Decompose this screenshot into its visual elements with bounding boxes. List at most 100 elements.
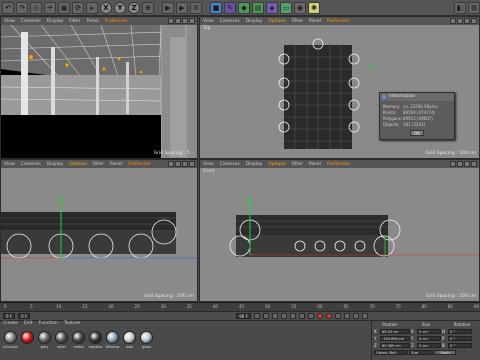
maximize-icon[interactable]: [189, 18, 195, 24]
material-swatch[interactable]: metal: [71, 331, 86, 349]
redo-button[interactable]: ↷: [16, 1, 28, 14]
menu-view[interactable]: View: [203, 19, 214, 24]
menu-cameras[interactable]: Cameras: [220, 162, 240, 167]
menu-texture[interactable]: Texture: [64, 321, 80, 328]
floor-button[interactable]: ▭: [280, 1, 292, 14]
menu-filter[interactable]: Filter: [292, 162, 303, 167]
material-swatch[interactable]: Window: [105, 331, 120, 349]
menu-prorender[interactable]: ProRender: [128, 162, 151, 167]
menu-prorender[interactable]: ProRender: [327, 19, 350, 24]
position-y-field[interactable]: -162.696 cm: [380, 336, 410, 341]
menu-view[interactable]: View: [4, 19, 15, 24]
maximize-icon[interactable]: [189, 161, 195, 167]
object-mode-select[interactable]: Object (Rel): [374, 350, 408, 355]
material-swatch[interactable]: [20, 331, 35, 345]
menu-filter[interactable]: Filter: [292, 19, 303, 24]
pan-icon[interactable]: [168, 161, 174, 167]
next-key-icon[interactable]: [298, 313, 305, 319]
menu-display[interactable]: Display: [246, 19, 263, 24]
menu-panel[interactable]: Panel: [110, 162, 122, 167]
previous-key-icon[interactable]: [262, 313, 269, 319]
material-swatch[interactable]: glass: [139, 331, 154, 349]
menu-edit[interactable]: Edit: [24, 321, 33, 328]
deformer-button[interactable]: ◈: [266, 1, 278, 14]
menu-display[interactable]: Display: [47, 19, 64, 24]
pen-button[interactable]: ✎: [224, 1, 236, 14]
y-axis-button[interactable]: Y: [114, 1, 126, 14]
information-dialog-title[interactable]: Information: [380, 93, 454, 101]
rotation-h-field[interactable]: 0 °: [448, 329, 472, 334]
material-swatch[interactable]: grey: [37, 331, 52, 349]
orbit-icon[interactable]: [464, 161, 470, 167]
camera-button[interactable]: ◉: [294, 1, 306, 14]
rotation-p-field[interactable]: 0 °: [448, 336, 472, 341]
material-swatch[interactable]: handles: [88, 331, 103, 349]
go-to-end-icon[interactable]: [307, 313, 314, 319]
menu-panel[interactable]: Panel: [86, 19, 98, 24]
recent-tool-button[interactable]: ▸: [86, 1, 98, 14]
light-button[interactable]: ✺: [308, 1, 320, 14]
zoom-icon[interactable]: [175, 161, 181, 167]
menu-prorender[interactable]: ProRender: [327, 162, 350, 167]
size-x-field[interactable]: 0 cm: [417, 329, 441, 334]
render-view-button[interactable]: ▶: [162, 1, 174, 14]
menu-function[interactable]: Function: [39, 321, 58, 328]
menu-view[interactable]: View: [4, 162, 15, 167]
size-mode-select[interactable]: Size: [409, 350, 433, 355]
menu-display[interactable]: Display: [47, 162, 64, 167]
model-mode-button[interactable]: ◧: [454, 1, 466, 14]
menu-panel[interactable]: Panel: [309, 19, 321, 24]
current-frame-field[interactable]: 0 F: [18, 313, 31, 319]
pan-icon[interactable]: [168, 18, 174, 24]
maximize-icon[interactable]: [471, 18, 477, 24]
keyframe-selection-icon[interactable]: [334, 313, 341, 319]
menu-options[interactable]: Options: [69, 162, 86, 167]
subdivision-button[interactable]: ◆: [238, 1, 250, 14]
record-icon[interactable]: [316, 313, 323, 319]
pan-icon[interactable]: [450, 18, 456, 24]
position-x-field[interactable]: 85.25 cm: [380, 329, 410, 334]
menu-create[interactable]: Create: [3, 321, 18, 328]
position-key-icon[interactable]: [343, 313, 350, 319]
orbit-icon[interactable]: [182, 18, 188, 24]
start-frame-field[interactable]: 0 F: [3, 313, 16, 319]
cube-button[interactable]: ■: [210, 1, 222, 14]
autokey-icon[interactable]: [325, 313, 332, 319]
menu-options[interactable]: Options: [268, 19, 285, 24]
zoom-icon[interactable]: [457, 161, 463, 167]
menu-prorender[interactable]: ProRender: [105, 19, 128, 24]
menu-panel[interactable]: Panel: [309, 162, 321, 167]
x-axis-button[interactable]: X: [100, 1, 112, 14]
snap-button[interactable]: ⊞: [468, 1, 480, 14]
scale-key-icon[interactable]: [352, 313, 359, 319]
z-axis-button[interactable]: Z: [128, 1, 140, 14]
size-y-field[interactable]: 0 cm: [417, 336, 441, 341]
menu-cameras[interactable]: Cameras: [21, 19, 41, 24]
end-frame-field[interactable]: 90 F: [236, 313, 251, 319]
menu-filter[interactable]: Filter: [93, 162, 104, 167]
render-settings-button[interactable]: ⚙: [190, 1, 202, 14]
rotation-b-field[interactable]: 0 °: [448, 343, 472, 348]
scale-button[interactable]: ▣: [58, 1, 70, 14]
menu-display[interactable]: Display: [246, 162, 263, 167]
right-viewport[interactable]: View Cameras Display Options Filter Pane…: [0, 159, 198, 302]
live-selection-button[interactable]: ◎: [30, 1, 42, 14]
maximize-icon[interactable]: [471, 161, 477, 167]
play-icon[interactable]: [280, 313, 287, 319]
rotation-key-icon[interactable]: [361, 313, 368, 319]
coordinate-system-button[interactable]: ⊕: [142, 1, 154, 14]
menu-filter[interactable]: Filter: [69, 19, 80, 24]
front-viewport[interactable]: View Cameras Display Options Filter Pane…: [199, 159, 480, 302]
zoom-icon[interactable]: [457, 18, 463, 24]
perspective-viewport[interactable]: View Cameras Display Filter Panel ProRen…: [0, 16, 198, 159]
material-swatch[interactable]: uminium: [3, 331, 18, 349]
menu-view[interactable]: View: [203, 162, 214, 167]
next-frame-icon[interactable]: [289, 313, 296, 319]
undo-button[interactable]: ↶: [2, 1, 14, 14]
previous-frame-icon[interactable]: [271, 313, 278, 319]
orbit-icon[interactable]: [464, 18, 470, 24]
timeline-ruler[interactable]: 0 5 10 15 20 25 30 35 40 45 50 55 60 65 70 75 80 85 90: [0, 302, 480, 311]
move-button[interactable]: ✛: [44, 1, 56, 14]
position-z-field[interactable]: 85.369 cm: [380, 343, 410, 348]
size-z-field[interactable]: 0 cm: [417, 343, 441, 348]
